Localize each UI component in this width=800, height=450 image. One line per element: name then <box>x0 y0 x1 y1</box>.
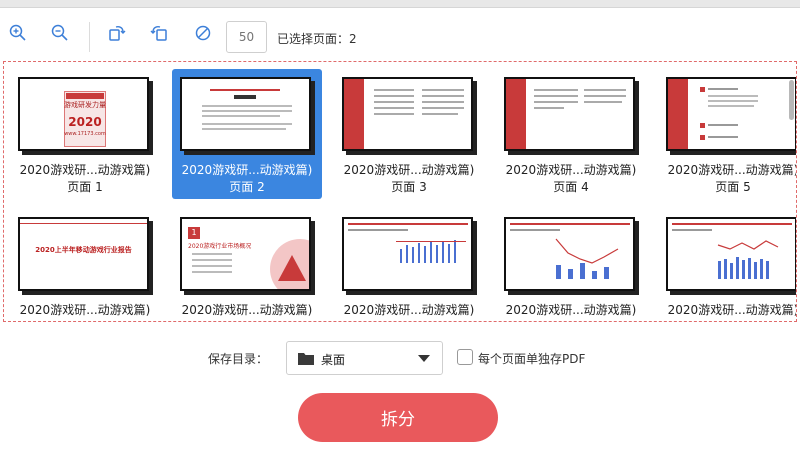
thumbnail-scrollbar[interactable] <box>789 70 794 310</box>
thumbnail-filename: 2020游戏研...动游戏篇) <box>343 163 475 177</box>
rotate-right-icon[interactable] <box>104 20 130 46</box>
separate-pdf-label[interactable]: 每个页面单独存PDF <box>478 350 585 367</box>
thumbnail-filename: 2020游戏研...动游戏篇) <box>19 303 151 317</box>
section-title: 2020游戏行业市场概况 <box>188 243 252 250</box>
thumbnail-filename: 2020游戏研...动游戏篇) <box>181 303 313 317</box>
split-button[interactable]: 拆分 <box>298 393 498 442</box>
toolbar: 已选择页面：2 <box>0 8 800 56</box>
page-preview: 2020上半年移动游戏行业报告 <box>18 217 149 291</box>
thumbnail-page-1[interactable]: 游戏研发力量 2020 www.17173.com 2020游戏研...动游戏篇… <box>10 69 160 199</box>
thumbnail-filename: 2020游戏研...动游戏篇) <box>667 303 797 317</box>
page-preview <box>504 77 635 151</box>
page-preview <box>504 217 635 291</box>
thumbnail-grid: 游戏研发力量 2020 www.17173.com 2020游戏研...动游戏篇… <box>3 61 797 322</box>
thumbnail-filename: 2020游戏研...动游戏篇) <box>667 163 797 177</box>
separate-pdf-checkbox[interactable] <box>457 349 473 365</box>
scrollbar-thumb[interactable] <box>789 80 794 120</box>
page-preview <box>342 77 473 151</box>
page-preview <box>666 77 796 151</box>
page-preview: 1 2020游戏行业市场概况 <box>180 217 311 291</box>
thumbnail-filename: 2020游戏研...动游戏篇) <box>505 303 637 317</box>
thumbnail-filename: 2020游戏研...动游戏篇) <box>181 163 313 177</box>
selected-directory: 桌面 <box>321 353 346 367</box>
page-number-input[interactable] <box>226 21 267 53</box>
page-preview: 游戏研发力量 2020 www.17173.com <box>18 77 149 151</box>
page-preview <box>180 77 311 151</box>
thumbnail-page-number: 页面 5 <box>715 180 751 194</box>
page-preview <box>342 217 473 291</box>
cover-year: 2020 <box>68 115 102 129</box>
window-top-edge <box>0 0 800 8</box>
thumbnail-page-2[interactable]: 2020游戏研...动游戏篇) 页面 2 <box>172 69 322 199</box>
selected-pages-info: 已选择页面：2 <box>277 32 357 46</box>
chevron-down-icon <box>418 355 430 362</box>
thumbnail-page-3[interactable]: 2020游戏研...动游戏篇) 页面 3 <box>334 69 484 199</box>
thumbnail-page-number: 页面 4 <box>553 180 589 194</box>
save-directory-label: 保存目录： <box>208 352 269 366</box>
thumbnail-page-number: 页面 2 <box>229 180 265 194</box>
page-preview <box>666 217 796 291</box>
thumbnail-page-4[interactable]: 2020游戏研...动游戏篇) 页面 4 <box>496 69 646 199</box>
thumbnail-page-7[interactable]: 1 2020游戏行业市场概况 2020游戏研...动游戏篇) <box>172 209 322 321</box>
clear-icon[interactable] <box>190 20 216 46</box>
thumbnail-filename: 2020游戏研...动游戏篇) <box>505 163 637 177</box>
save-directory-select[interactable]: 桌面 <box>286 341 443 375</box>
section-number: 1 <box>188 227 200 239</box>
thumbnail-filename: 2020游戏研...动游戏篇) <box>19 163 151 177</box>
thumbnail-page-5[interactable]: 2020游戏研...动游戏篇) 页面 5 <box>658 69 797 199</box>
zoom-in-icon[interactable] <box>5 20 31 46</box>
cover-site: www.17173.com <box>64 131 106 137</box>
rotate-left-icon[interactable] <box>146 20 172 46</box>
thumbnail-page-9[interactable]: 2020游戏研...动游戏篇) <box>496 209 646 321</box>
page-6-title: 2020上半年移动游戏行业报告 <box>35 246 132 254</box>
zoom-out-icon[interactable] <box>47 20 73 46</box>
toolbar-divider <box>89 22 90 52</box>
thumbnail-page-10[interactable]: 2020游戏研...动游戏篇) <box>658 209 797 321</box>
thumbnail-page-8[interactable]: 2020游戏研...动游戏篇) <box>334 209 484 321</box>
folder-icon <box>298 353 314 365</box>
thumbnail-page-number: 页面 1 <box>67 180 103 194</box>
thumbnail-page-6[interactable]: 2020上半年移动游戏行业报告 2020游戏研...动游戏篇) <box>10 209 160 321</box>
thumbnail-filename: 2020游戏研...动游戏篇) <box>343 303 475 317</box>
thumbnail-page-number: 页面 3 <box>391 180 427 194</box>
cover-title: 游戏研发力量 <box>64 101 106 109</box>
save-options-row: 保存目录： 桌面 每个页面单独存PDF <box>0 341 800 375</box>
